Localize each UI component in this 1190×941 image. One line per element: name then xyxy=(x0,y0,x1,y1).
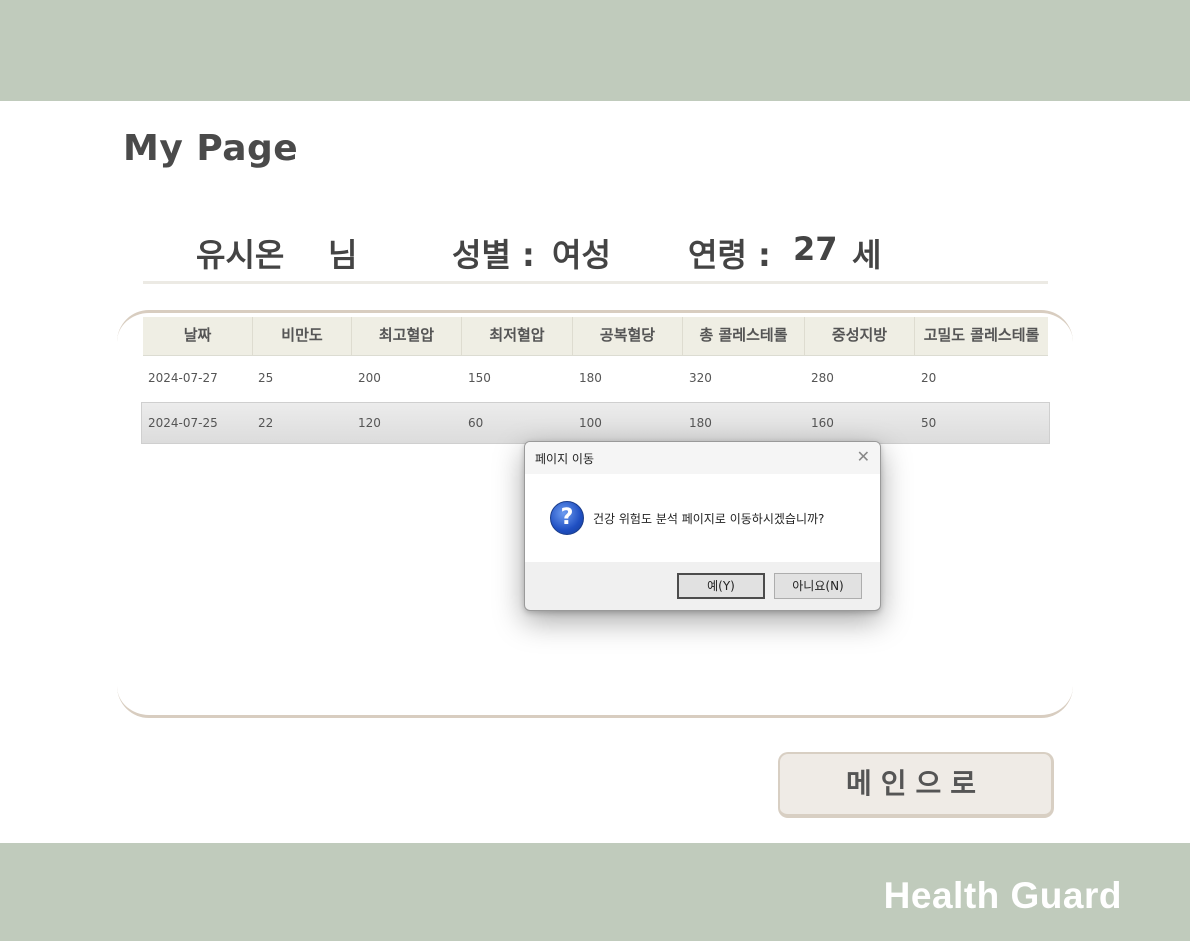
cell-bmi: 22 xyxy=(258,416,274,430)
column-header-diastolic[interactable]: 최저혈압 xyxy=(462,317,573,355)
yes-button[interactable]: 예(Y) xyxy=(677,573,765,599)
cell-glucose: 180 xyxy=(579,371,602,385)
top-banner xyxy=(0,0,1190,101)
cell-diastolic: 150 xyxy=(468,371,491,385)
cell-systolic: 200 xyxy=(358,371,381,385)
dialog-title-bar[interactable]: 페이지 이동 ✕ xyxy=(525,442,880,474)
cell-diastolic: 60 xyxy=(468,416,484,430)
column-header-hdl[interactable]: 고밀도 콜레스테롤 xyxy=(915,317,1048,355)
gender-label: 성별 : xyxy=(452,236,535,274)
dialog-body: ? 건강 위험도 분석 페이지로 이동하시겠습니까? xyxy=(525,474,880,562)
dialog-title: 페이지 이동 xyxy=(535,452,595,466)
age-value: 27 xyxy=(793,230,838,268)
main-button[interactable]: 메인으로 xyxy=(778,752,1054,818)
no-button[interactable]: 아니요(N) xyxy=(774,573,862,599)
column-header-glucose[interactable]: 공복혈당 xyxy=(573,317,683,355)
cell-glucose: 100 xyxy=(579,416,602,430)
cell-hdl: 50 xyxy=(921,416,937,430)
column-header-date[interactable]: 날짜 xyxy=(143,317,253,355)
question-icon: ? xyxy=(550,501,584,535)
cell-cholesterol: 320 xyxy=(689,371,712,385)
cell-bmi: 25 xyxy=(258,371,274,385)
column-header-systolic[interactable]: 최고혈압 xyxy=(352,317,462,355)
cell-triglyceride: 160 xyxy=(811,416,834,430)
cell-cholesterol: 180 xyxy=(689,416,712,430)
cell-hdl: 20 xyxy=(921,371,937,385)
user-name: 유시온 xyxy=(196,236,285,274)
info-divider xyxy=(143,281,1048,284)
age-label: 연령 : xyxy=(688,236,771,274)
confirm-dialog: 페이지 이동 ✕ ? 건강 위험도 분석 페이지로 이동하시겠습니까? 예(Y)… xyxy=(524,441,881,611)
table-row-selected[interactable]: 2024-07-25 22 120 60 100 180 160 50 xyxy=(141,402,1050,444)
gender-value: 여성 xyxy=(552,236,611,274)
column-header-triglyceride[interactable]: 중성지방 xyxy=(805,317,915,355)
brand-logo: Health Guard xyxy=(883,875,1122,916)
cell-triglyceride: 280 xyxy=(811,371,834,385)
cell-date: 2024-07-25 xyxy=(148,416,218,430)
cell-systolic: 120 xyxy=(358,416,381,430)
table-row[interactable]: 2024-07-27 25 200 150 180 320 280 20 xyxy=(141,358,1050,399)
user-honorific: 님 xyxy=(328,236,358,274)
user-info: 유시온 님 성별 : 여성 연령 : 27 세 xyxy=(0,230,1190,274)
close-icon[interactable]: ✕ xyxy=(857,447,870,466)
age-unit: 세 xyxy=(852,236,882,274)
column-header-cholesterol[interactable]: 총 콜레스테롤 xyxy=(683,317,805,355)
column-header-bmi[interactable]: 비만도 xyxy=(253,317,352,355)
page-title: My Page xyxy=(123,128,299,169)
cell-date: 2024-07-27 xyxy=(148,371,218,385)
table-header: 날짜 비만도 최고혈압 최저혈압 공복혈당 총 콜레스테롤 중성지방 고밀도 콜… xyxy=(143,317,1048,356)
dialog-message: 건강 위험도 분석 페이지로 이동하시겠습니까? xyxy=(593,512,825,526)
